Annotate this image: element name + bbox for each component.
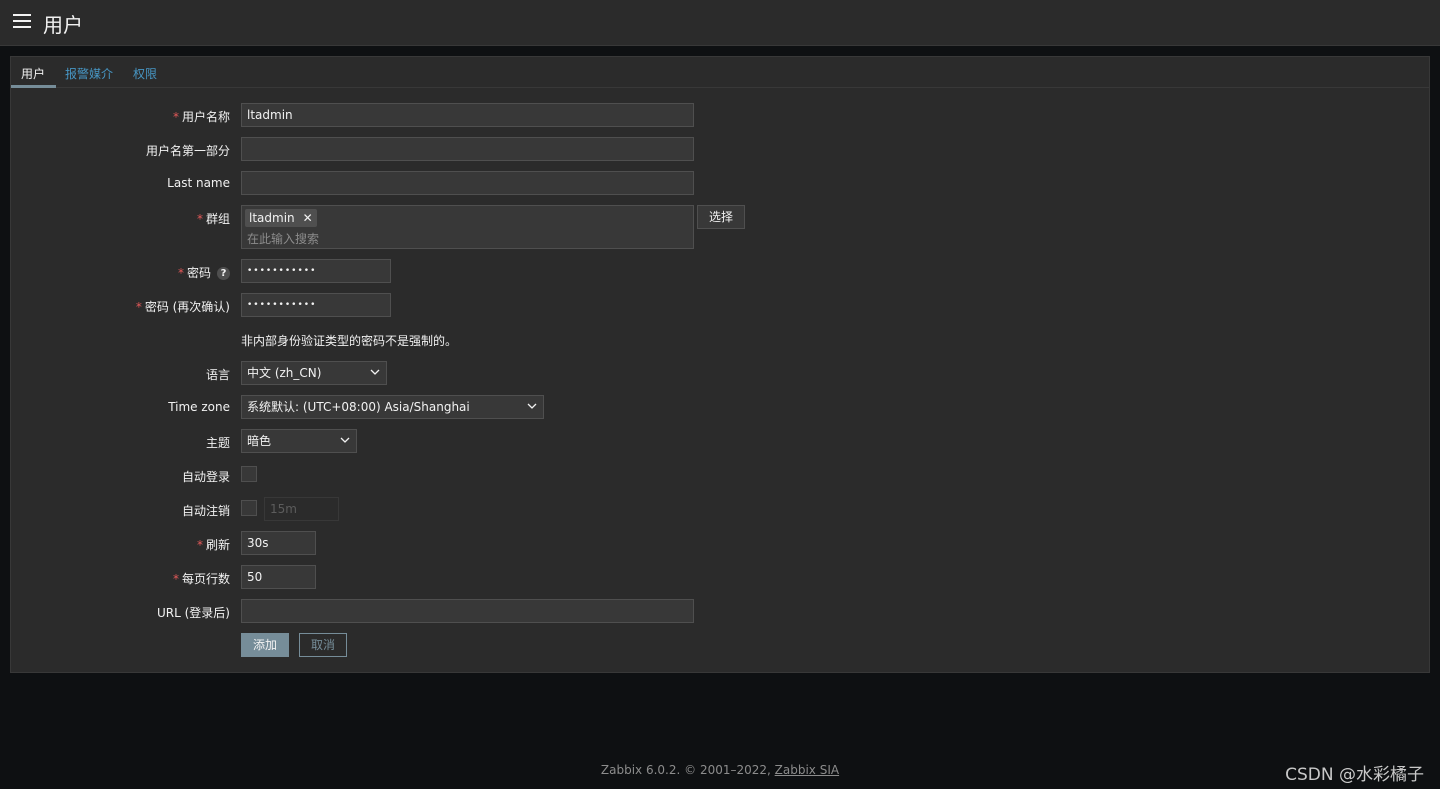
autologin-label: 自动登录 bbox=[181, 470, 230, 484]
required-marker: * bbox=[196, 538, 203, 552]
first-name-label: 用户名第一部分 bbox=[145, 144, 230, 158]
header-bar: 用户 bbox=[0, 0, 1440, 46]
tab-media[interactable]: 报警媒介 bbox=[65, 65, 113, 82]
first-name-field[interactable] bbox=[241, 137, 694, 161]
groups-label: * 群组 bbox=[196, 212, 230, 226]
refresh-label: * 刷新 bbox=[196, 538, 230, 552]
group-chip: ltadmin ✕ bbox=[245, 209, 317, 227]
footer-text: Zabbix 6.0.2. © 2001–2022, bbox=[600, 763, 775, 777]
footer: Zabbix 6.0.2. © 2001–2022, Zabbix SIA bbox=[0, 763, 1440, 777]
required-marker: * bbox=[172, 110, 179, 124]
theme-label: 主题 bbox=[205, 436, 230, 450]
footer-link[interactable]: Zabbix SIA bbox=[775, 763, 839, 777]
theme-select[interactable]: 暗色 bbox=[241, 429, 357, 453]
timezone-label: Time zone bbox=[168, 400, 230, 414]
required-marker: * bbox=[177, 266, 184, 280]
autologin-checkbox[interactable] bbox=[241, 466, 257, 482]
timezone-select[interactable]: 系统默认: (UTC+08:00) Asia/Shanghai bbox=[241, 395, 544, 419]
last-name-field[interactable] bbox=[241, 171, 694, 195]
password-note: 非内部身份验证类型的密码不是强制的。 bbox=[241, 334, 458, 348]
url-label: URL (登录后) bbox=[157, 606, 230, 620]
language-label: 语言 bbox=[205, 368, 230, 382]
groups-multiselect[interactable]: ltadmin ✕ 在此输入搜索 bbox=[241, 205, 694, 249]
rows-per-page-label: * 每页行数 bbox=[172, 572, 230, 586]
autologout-label: 自动注销 bbox=[181, 504, 230, 518]
url-field[interactable] bbox=[241, 599, 694, 623]
required-marker: * bbox=[135, 300, 142, 314]
autologout-checkbox[interactable] bbox=[241, 500, 257, 516]
user-form-panel: 用户 报警媒介 权限 * 用户名称 ltadmin 用户名第一部分 Last na… bbox=[10, 56, 1430, 673]
tab-user[interactable]: 用户 bbox=[21, 65, 45, 82]
chevron-down-icon bbox=[340, 437, 350, 443]
group-search-input[interactable]: 在此输入搜索 bbox=[247, 230, 319, 247]
username-field[interactable]: ltadmin bbox=[241, 103, 694, 127]
page-title: 用户 bbox=[43, 13, 83, 37]
password-confirm-label: * 密码 (再次确认) bbox=[135, 300, 230, 314]
add-button[interactable]: 添加 bbox=[241, 633, 289, 657]
required-marker: * bbox=[196, 212, 203, 226]
hamburger-menu-icon[interactable] bbox=[13, 14, 31, 30]
chevron-down-icon bbox=[370, 369, 380, 375]
remove-chip-icon[interactable]: ✕ bbox=[303, 209, 313, 227]
password-confirm-field[interactable]: ••••••••••• bbox=[241, 293, 391, 317]
autologout-field[interactable]: 15m bbox=[264, 497, 339, 521]
help-icon[interactable]: ? bbox=[217, 267, 230, 280]
username-label: * 用户名称 bbox=[172, 110, 230, 124]
tab-bar: 用户 报警媒介 权限 bbox=[11, 57, 1429, 88]
chevron-down-icon bbox=[527, 403, 537, 409]
required-marker: * bbox=[172, 572, 179, 586]
rows-per-page-field[interactable]: 50 bbox=[241, 565, 316, 589]
refresh-field[interactable]: 30s bbox=[241, 531, 316, 555]
language-select[interactable]: 中文 (zh_CN) bbox=[241, 361, 387, 385]
last-name-label: Last name bbox=[167, 176, 230, 190]
watermark: CSDN @水彩橘子 bbox=[1285, 765, 1424, 785]
password-label: * 密码? bbox=[178, 264, 230, 281]
tab-permissions[interactable]: 权限 bbox=[133, 65, 157, 82]
select-groups-button[interactable]: 选择 bbox=[697, 205, 745, 229]
cancel-button[interactable]: 取消 bbox=[299, 633, 347, 657]
active-tab-indicator bbox=[11, 85, 56, 88]
password-field[interactable]: ••••••••••• bbox=[241, 259, 391, 283]
